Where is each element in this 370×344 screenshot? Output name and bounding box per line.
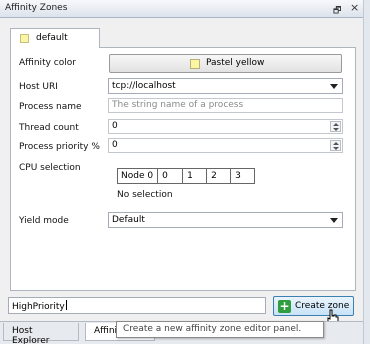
cpu-selection-label: CPU selection	[19, 163, 81, 173]
close-icon[interactable]: ×	[350, 2, 359, 13]
zone-color-swatch-icon	[20, 34, 29, 43]
process-priority-value: 0	[112, 140, 118, 150]
process-priority-label: Process priority %	[19, 142, 100, 152]
affinity-color-button[interactable]: Pastel yellow	[109, 54, 342, 73]
process-name-field[interactable]: The string name of a process	[108, 98, 343, 113]
cpu-selection-status: No selection	[117, 190, 173, 200]
process-name-label: Process name	[19, 102, 82, 112]
host-uri-label: Host URI	[19, 82, 58, 92]
yield-mode-select[interactable]: Default	[108, 212, 343, 228]
host-uri-select[interactable]: tcp://localhost	[108, 78, 343, 94]
create-zone-button[interactable]: + Create zone	[273, 296, 354, 316]
process-name-placeholder: The string name of a process	[112, 100, 244, 110]
cpu-cell[interactable]: 1	[182, 169, 206, 183]
thread-count-value: 0	[112, 121, 118, 131]
affinity-color-value: Pastel yellow	[206, 58, 265, 68]
color-swatch-icon	[190, 59, 200, 69]
create-zone-tooltip: Create a new affinity zone editor panel.	[116, 321, 324, 338]
spin-arrows-icon[interactable]	[330, 140, 341, 151]
float-window-icon[interactable]: 🗗	[333, 3, 341, 19]
zone-name-input[interactable]: HighPriority	[8, 297, 266, 314]
zone-name-value: HighPriority	[12, 300, 67, 312]
tab-label: default	[36, 33, 68, 43]
chevron-down-icon	[330, 84, 338, 89]
cpu-cell[interactable]: 2	[206, 169, 230, 183]
spin-arrows-icon[interactable]	[330, 121, 341, 132]
thread-count-label: Thread count	[19, 123, 79, 133]
thread-count-stepper[interactable]: 0	[108, 119, 343, 134]
yield-mode-value: Default	[112, 215, 145, 225]
cpu-node-label: Node 0	[118, 169, 159, 183]
host-uri-value: tcp://localhost	[112, 81, 176, 91]
yield-mode-label: Yield mode	[19, 216, 69, 226]
plus-icon: +	[278, 299, 291, 313]
create-zone-label: Create zone	[295, 301, 350, 311]
tab-default-zone[interactable]: default	[10, 28, 100, 48]
process-priority-stepper[interactable]: 0	[108, 138, 343, 153]
text-caret	[65, 300, 67, 310]
tab-host-explorer[interactable]: Host Explorer	[3, 323, 79, 344]
panel-title: Affinity Zones	[5, 3, 68, 13]
window-edge	[363, 0, 370, 344]
panel-titlebar: Affinity Zones 🗗 ×	[0, 0, 363, 18]
cpu-cell[interactable]: 3	[230, 169, 254, 183]
affinity-color-label: Affinity color	[19, 58, 76, 68]
cpu-cell[interactable]: 0	[158, 169, 182, 183]
cpu-selection-grid: Node 0 0 1 2 3	[117, 168, 256, 184]
chevron-down-icon	[330, 218, 338, 223]
